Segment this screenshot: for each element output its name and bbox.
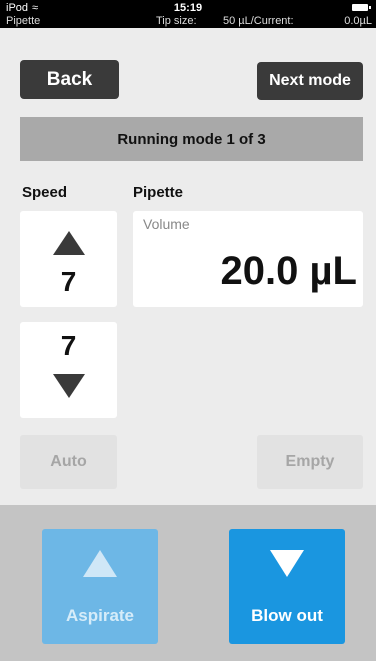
next-mode-button[interactable]: Next mode xyxy=(257,62,363,100)
dispense-speed-value: 7 xyxy=(60,330,77,361)
pipette-label: Pipette xyxy=(133,184,184,201)
blow-out-button[interactable]: Blow out xyxy=(229,529,345,644)
clock: 15:19 xyxy=(173,2,203,14)
current-volume: 0.0µL xyxy=(344,15,372,27)
volume-value: 20.0 µL xyxy=(220,249,357,293)
aspirate-speed-button[interactable]: 7 xyxy=(20,211,117,307)
mode-name: Pipette xyxy=(6,15,41,27)
volume-label: Volume xyxy=(143,216,190,232)
dispense-speed-button[interactable]: 7 xyxy=(20,322,117,418)
blow-out-label: Blow out xyxy=(251,606,323,625)
arrow-up-icon xyxy=(83,550,117,577)
tip-size-value: 50 µL/Current: xyxy=(223,15,294,27)
status-bar: iPod ≈ 15:19 Pipette Tip size: 50 µL/Curr… xyxy=(0,0,376,28)
empty-button[interactable]: Empty xyxy=(257,435,363,489)
tip-size-label: Tip size: xyxy=(156,15,197,27)
aspirate-speed-value: 7 xyxy=(60,266,77,297)
battery-icon xyxy=(352,4,371,11)
arrow-down-icon xyxy=(52,374,85,398)
arrow-up-icon xyxy=(52,231,85,255)
arrow-down-icon xyxy=(270,550,304,577)
back-button[interactable]: Back xyxy=(20,60,119,99)
volume-field[interactable]: Volume 20.0 µL xyxy=(133,211,363,307)
auto-button[interactable]: Auto xyxy=(20,435,117,489)
speed-label: Speed xyxy=(22,184,68,201)
aspirate-label: Aspirate xyxy=(65,606,135,625)
aspirate-button[interactable]: Aspirate xyxy=(42,529,158,644)
mode-banner: Running mode 1 of 3 xyxy=(20,117,363,161)
